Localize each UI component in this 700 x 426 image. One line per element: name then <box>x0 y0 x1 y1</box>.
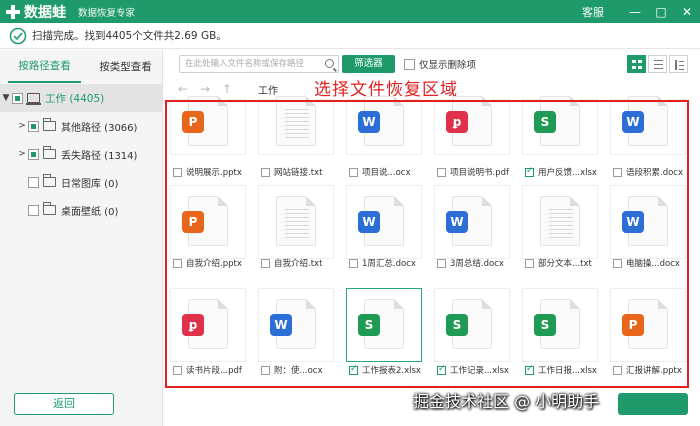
app-subtitle: 数据恢复专家 <box>78 7 136 19</box>
folder-icon <box>43 174 56 187</box>
only-deleted-label: 仅显示删除项 <box>419 60 477 71</box>
tree-checkbox[interactable] <box>28 148 39 160</box>
filter-button[interactable]: 筛选器 <box>342 55 395 73</box>
tree-item-daily-gallery[interactable]: 日常图库 (0) <box>0 168 162 196</box>
breadcrumb[interactable]: 工作 <box>258 82 278 97</box>
expanded-arrow-icon[interactable]: ▼ <box>0 93 12 103</box>
only-deleted-option[interactable]: 仅显示删除项 <box>404 57 476 71</box>
tree-root-label: 工作 (4405) <box>45 92 105 105</box>
drive-icon <box>26 93 41 105</box>
tree-checkbox[interactable] <box>28 176 39 188</box>
detail-list-icon <box>675 60 684 70</box>
recover-button[interactable] <box>618 393 688 415</box>
title-bar: 数据蛙 数据恢复专家 客服 — □ ✕ <box>0 0 700 23</box>
search-icon[interactable] <box>325 59 334 68</box>
tree-item-other-paths[interactable]: > 其他路径 (3066) <box>0 112 162 140</box>
close-button[interactable]: ✕ <box>674 5 700 19</box>
view-mode-switch <box>625 55 688 73</box>
tree-item-label: 其他路径 (3066) <box>61 122 138 134</box>
app-name: 数据蛙 <box>24 4 66 21</box>
search-placeholder: 在此处输入文件名称或保存路径 <box>185 59 305 69</box>
collapsed-arrow-icon[interactable]: > <box>16 149 28 159</box>
collapsed-arrow-icon[interactable]: > <box>16 121 28 131</box>
tree-item-label: 丢失路径 (1314) <box>61 150 138 162</box>
view-tabs: 按路径查看 按类型查看 <box>0 50 162 84</box>
detail-view-button[interactable] <box>669 55 688 73</box>
grid-view-button[interactable] <box>627 55 646 73</box>
forward-arrow-icon[interactable]: → <box>194 82 216 96</box>
annotation-frame <box>165 100 689 388</box>
tree-item-wallpapers[interactable]: 桌面壁纸 (0) <box>0 196 162 224</box>
up-arrow-icon[interactable]: ↑ <box>216 82 238 96</box>
tree-item-lost-paths[interactable]: > 丢失路径 (1314) <box>0 140 162 168</box>
only-deleted-checkbox[interactable] <box>404 58 415 70</box>
back-arrow-icon[interactable]: ← <box>172 82 194 96</box>
app-logo: 数据蛙 <box>6 2 66 22</box>
tree-root-work[interactable]: ▼ 工作 (4405) <box>0 84 162 112</box>
tab-by-type[interactable]: 按类型查看 <box>89 52 162 82</box>
grid-icon <box>632 60 642 69</box>
list-view-button[interactable] <box>648 55 667 73</box>
tab-by-path[interactable]: 按路径查看 <box>8 51 81 83</box>
search-input[interactable]: 在此处输入文件名称或保存路径 <box>179 55 339 73</box>
scan-status-bar: 扫描完成。找到4405个文件共2.69 GB。 <box>0 23 700 49</box>
toolbar: 在此处输入文件名称或保存路径 筛选器 仅显示删除项 <box>164 50 700 78</box>
folder-icon <box>43 118 56 131</box>
list-icon <box>654 60 663 69</box>
check-circle-icon <box>9 27 27 44</box>
back-button[interactable]: 返回 <box>14 393 114 415</box>
folder-icon <box>43 146 56 159</box>
tree-checkbox[interactable] <box>28 120 39 132</box>
maximize-button[interactable]: □ <box>648 5 674 19</box>
sidebar: 按路径查看 按类型查看 ▼ 工作 (4405) > 其他路径 (3066) > … <box>0 50 163 426</box>
tree-checkbox[interactable] <box>28 204 39 216</box>
tree-checkbox[interactable] <box>12 92 23 104</box>
support-link[interactable]: 客服 <box>582 4 604 20</box>
minimize-button[interactable]: — <box>622 5 648 19</box>
tree-item-label: 桌面壁纸 (0) <box>61 206 119 218</box>
watermark: 掘金技术社区 @ 小明助手 <box>413 392 600 411</box>
scan-status-text: 扫描完成。找到4405个文件共2.69 GB。 <box>32 30 227 42</box>
plus-logo-icon <box>6 4 20 19</box>
tree-item-label: 日常图库 (0) <box>61 178 119 190</box>
folder-icon <box>43 202 56 215</box>
